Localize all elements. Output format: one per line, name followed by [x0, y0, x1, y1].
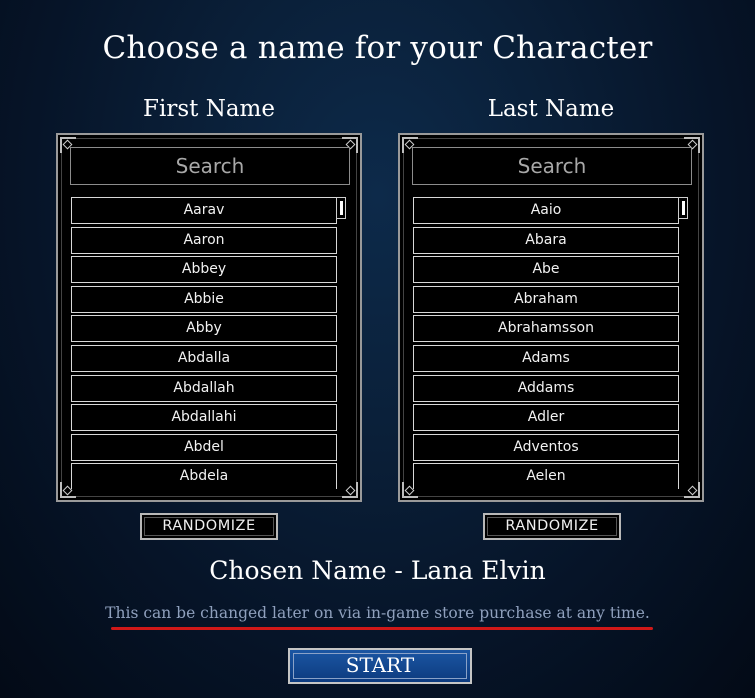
- first-name-item[interactable]: Abdallah: [71, 374, 337, 402]
- first-name-scrollbar[interactable]: [336, 197, 348, 489]
- first-name-panel: Aarav Aaron Abbey Abbie Abby Abdalla Abd…: [56, 133, 362, 502]
- first-name-randomize-button[interactable]: RANDOMIZE: [140, 513, 278, 540]
- start-button[interactable]: START: [288, 648, 472, 684]
- first-name-item[interactable]: Abby: [71, 315, 337, 343]
- last-name-item[interactable]: Adams: [413, 344, 679, 372]
- last-name-heading: Last Name: [487, 96, 615, 122]
- scrollbar-thumb[interactable]: [336, 197, 346, 219]
- last-name-item[interactable]: Adler: [413, 404, 679, 432]
- note-underline: [111, 627, 653, 630]
- last-name-randomize-button[interactable]: RANDOMIZE: [483, 513, 621, 540]
- first-name-item[interactable]: Abdalla: [71, 344, 337, 372]
- last-name-item[interactable]: Abara: [413, 226, 679, 254]
- last-name-item[interactable]: Aaio: [413, 197, 679, 224]
- change-later-note: This can be changed later on via in-game…: [105, 604, 650, 622]
- last-name-item[interactable]: Abraham: [413, 285, 679, 313]
- last-name-item[interactable]: Aelen: [413, 463, 679, 489]
- last-name-search-input[interactable]: [412, 147, 692, 185]
- last-name-list: Aaio Abara Abe Abraham Abrahamsson Adams…: [413, 197, 679, 489]
- first-name-item[interactable]: Aarav: [71, 197, 337, 224]
- first-name-item[interactable]: Abbie: [71, 285, 337, 313]
- first-name-search-input[interactable]: [70, 147, 350, 185]
- last-name-item[interactable]: Abe: [413, 256, 679, 284]
- first-name-item[interactable]: Aaron: [71, 226, 337, 254]
- last-name-item[interactable]: Abrahamsson: [413, 315, 679, 343]
- first-name-list: Aarav Aaron Abbey Abbie Abby Abdalla Abd…: [71, 197, 337, 489]
- first-name-item[interactable]: Abdel: [71, 433, 337, 461]
- last-name-item[interactable]: Addams: [413, 374, 679, 402]
- scrollbar-thumb[interactable]: [678, 197, 688, 219]
- first-name-item[interactable]: Abdallahi: [71, 404, 337, 432]
- page-title: Choose a name for your Character: [102, 30, 653, 66]
- first-name-item[interactable]: Abdela: [71, 463, 337, 489]
- last-name-panel: Aaio Abara Abe Abraham Abrahamsson Adams…: [398, 133, 704, 502]
- last-name-scrollbar[interactable]: [678, 197, 690, 489]
- chosen-name-label: Chosen Name - Lana Elvin: [209, 556, 546, 585]
- first-name-heading: First Name: [143, 96, 275, 122]
- first-name-item[interactable]: Abbey: [71, 256, 337, 284]
- last-name-item[interactable]: Adventos: [413, 433, 679, 461]
